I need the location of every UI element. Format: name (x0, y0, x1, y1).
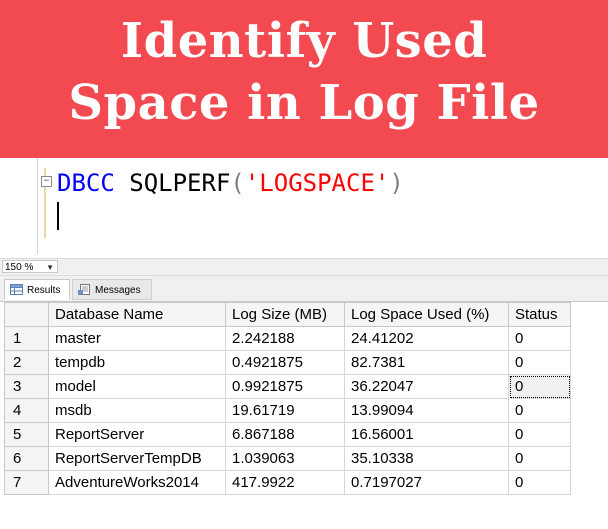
cell-status[interactable]: 0 (508, 326, 571, 351)
close-paren: ) (389, 169, 404, 197)
sql-command: SQLPERF (129, 169, 231, 197)
cell-database-name[interactable]: ReportServerTempDB (48, 446, 226, 471)
row-number[interactable]: 2 (4, 350, 49, 375)
cell-log-size[interactable]: 6.867188 (225, 422, 345, 447)
row-number[interactable]: 7 (4, 470, 49, 495)
column-header-log-size[interactable]: Log Size (MB) (225, 302, 345, 327)
cell-database-name[interactable]: tempdb (48, 350, 226, 375)
collapse-toggle-icon[interactable]: − (41, 176, 52, 187)
cell-database-name[interactable]: model (48, 374, 226, 399)
editor-gutter (0, 158, 36, 258)
gutter-divider (37, 158, 38, 254)
cell-log-space-used[interactable]: 24.41202 (344, 326, 509, 351)
table-row[interactable]: 4 msdb 19.61719 13.99094 0 (4, 398, 571, 423)
column-header-log-space-used[interactable]: Log Space Used (%) (344, 302, 509, 327)
cell-status[interactable]: 0 (508, 446, 571, 471)
results-table: Database Name Log Size (MB) Log Space Us… (4, 302, 571, 495)
row-number[interactable]: 1 (4, 326, 49, 351)
row-number[interactable]: 3 (4, 374, 49, 399)
messages-icon (78, 284, 90, 295)
query-text[interactable]: DBCC SQLPERF('LOGSPACE') (57, 168, 404, 198)
cell-log-space-used[interactable]: 36.22047 (344, 374, 509, 399)
cell-log-size[interactable]: 1.039063 (225, 446, 345, 471)
banner-title-line2: Space in Log File (68, 75, 540, 131)
banner-title-line1: Identify Used (120, 13, 488, 69)
tab-results-label: Results (27, 285, 61, 296)
cell-database-name[interactable]: AdventureWorks2014 (48, 470, 226, 495)
table-row[interactable]: 2 tempdb 0.4921875 82.7381 0 (4, 350, 571, 375)
zoom-bar: 150 % ▼ (0, 258, 608, 276)
cell-status-selected[interactable]: 0 (508, 374, 571, 399)
table-row[interactable]: 6 ReportServerTempDB 1.039063 35.10338 0 (4, 446, 571, 471)
column-header-database-name[interactable]: Database Name (48, 302, 226, 327)
cell-log-size[interactable]: 19.61719 (225, 398, 345, 423)
open-paren: ( (230, 169, 245, 197)
cell-status[interactable]: 0 (508, 398, 571, 423)
cell-log-space-used[interactable]: 82.7381 (344, 350, 509, 375)
row-number[interactable]: 6 (4, 446, 49, 471)
grid-icon (10, 284, 23, 295)
results-tabs: Results Messages (0, 276, 608, 302)
tab-messages-label: Messages (95, 285, 141, 296)
cell-log-space-used[interactable]: 16.56001 (344, 422, 509, 447)
column-header-status[interactable]: Status (508, 302, 571, 327)
cell-log-size[interactable]: 417.9922 (225, 470, 345, 495)
cell-log-space-used[interactable]: 0.7197027 (344, 470, 509, 495)
sql-keyword: DBCC (57, 169, 115, 197)
column-header-rownum[interactable] (4, 302, 49, 327)
cell-log-size[interactable]: 0.4921875 (225, 350, 345, 375)
cell-log-space-used[interactable]: 13.99094 (344, 398, 509, 423)
table-row[interactable]: 3 model 0.9921875 36.22047 0 (4, 374, 571, 399)
row-number[interactable]: 4 (4, 398, 49, 423)
zoom-select[interactable]: 150 % ▼ (2, 260, 58, 273)
table-row[interactable]: 7 AdventureWorks2014 417.9922 0.7197027 … (4, 470, 571, 495)
cell-log-space-used[interactable]: 35.10338 (344, 446, 509, 471)
chevron-down-icon[interactable]: ▼ (46, 261, 54, 274)
table-header-row: Database Name Log Size (MB) Log Space Us… (4, 302, 571, 327)
cell-status[interactable]: 0 (508, 470, 571, 495)
query-editor[interactable]: − DBCC SQLPERF('LOGSPACE') (0, 158, 608, 258)
cell-database-name[interactable]: msdb (48, 398, 226, 423)
tab-messages[interactable]: Messages (72, 279, 152, 300)
cell-log-size[interactable]: 0.9921875 (225, 374, 345, 399)
sql-string-argument: 'LOGSPACE' (244, 169, 390, 197)
cell-database-name[interactable]: ReportServer (48, 422, 226, 447)
text-cursor (57, 202, 59, 230)
cell-status[interactable]: 0 (508, 422, 571, 447)
row-number[interactable]: 5 (4, 422, 49, 447)
title-banner: Identify Used Space in Log File (0, 0, 608, 158)
cell-status[interactable]: 0 (508, 350, 571, 375)
zoom-value: 150 % (5, 262, 34, 273)
cell-log-size[interactable]: 2.242188 (225, 326, 345, 351)
results-grid: Database Name Log Size (MB) Log Space Us… (0, 302, 608, 529)
table-row[interactable]: 1 master 2.242188 24.41202 0 (4, 326, 571, 351)
tab-results[interactable]: Results (4, 279, 70, 300)
table-row[interactable]: 5 ReportServer 6.867188 16.56001 0 (4, 422, 571, 447)
cell-database-name[interactable]: master (48, 326, 226, 351)
